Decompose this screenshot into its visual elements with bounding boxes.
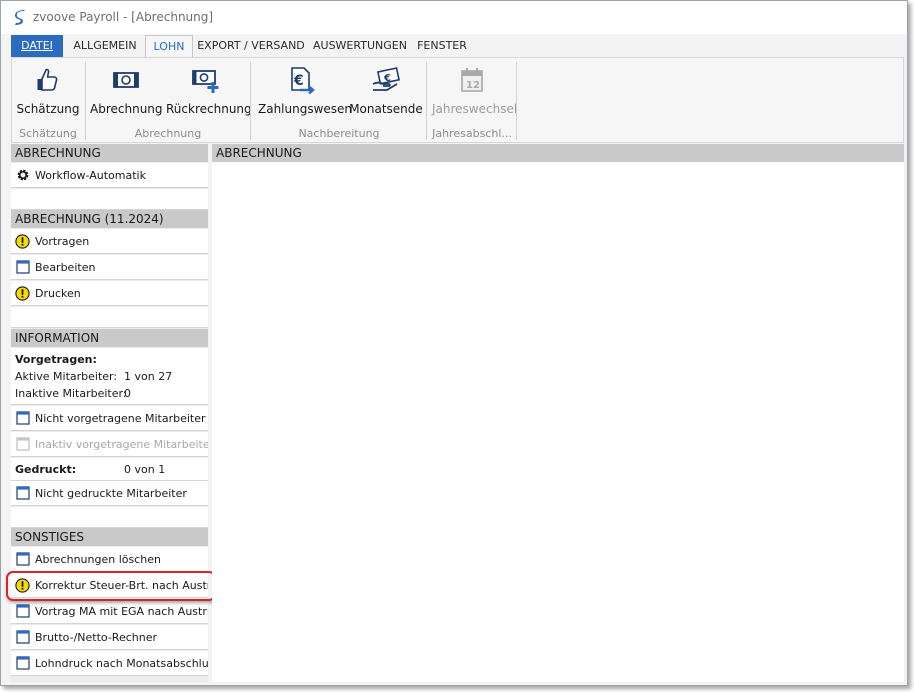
section-header-sonstiges: SONSTIGES bbox=[11, 528, 208, 546]
gedruckt-value: 0 von 1 bbox=[124, 463, 166, 476]
nicht-vorgetragene-label: Nicht vorgetragene Mitarbeiter bbox=[35, 411, 206, 425]
abrechnungen-loeschen-link[interactable]: Abrechnungen löschen bbox=[11, 547, 208, 572]
bearbeiten-link[interactable]: Bearbeiten bbox=[11, 255, 208, 280]
nicht-vorgetragene-mitarbeiter-link[interactable]: Nicht vorgetragene Mitarbeiter bbox=[11, 406, 208, 431]
abrechnung-button[interactable]: Abrechnung bbox=[90, 66, 163, 118]
vorgetragen-label: Vorgetragen: bbox=[15, 353, 97, 366]
section-header-period: ABRECHNUNG (11.2024) bbox=[11, 210, 208, 228]
monatsende-button[interactable]: € Monatsende bbox=[348, 66, 424, 118]
aktive-mitarbeiter-value: 1 von 27 bbox=[124, 370, 173, 383]
svg-text:€: € bbox=[383, 73, 391, 84]
rueckrechnung-label: Rückrechnung bbox=[166, 102, 252, 116]
abrechnungen-loeschen-label: Abrechnungen löschen bbox=[35, 552, 161, 566]
schaetzung-label: Schätzung bbox=[16, 102, 80, 116]
warning-icon bbox=[15, 285, 30, 301]
window-icon bbox=[15, 656, 30, 671]
warning-icon bbox=[15, 233, 30, 249]
window-icon bbox=[15, 260, 30, 275]
window-icon bbox=[15, 552, 30, 567]
svg-text:€: € bbox=[293, 73, 304, 89]
nicht-gedruckte-mitarbeiter-link[interactable]: Nicht gedruckte Mitarbeiter bbox=[11, 481, 208, 506]
vortragen-link[interactable]: Vortragen bbox=[11, 229, 208, 254]
inaktiv-vorgetragene-label: Inaktiv vorgetragene Mitarbeiter bbox=[35, 437, 208, 451]
svg-text:12: 12 bbox=[466, 80, 480, 91]
banknote-plus-icon bbox=[192, 70, 219, 93]
zahlungswesen-label: Zahlungswesen bbox=[258, 102, 353, 116]
tab-fenster[interactable]: FENSTER bbox=[415, 35, 469, 57]
title-bar: zvoove Payroll - [Abrechnung] bbox=[1, 1, 907, 34]
money-hand-icon: € bbox=[372, 67, 400, 91]
section-spacer bbox=[11, 189, 208, 210]
thumbs-up-icon bbox=[37, 68, 58, 91]
schaetzung-button[interactable]: Schätzung bbox=[16, 66, 80, 118]
zvoove-logo-icon bbox=[15, 10, 25, 25]
ribbon-separator bbox=[250, 62, 251, 140]
content-header: ABRECHNUNG bbox=[212, 144, 904, 162]
tab-lohn[interactable]: LOHN bbox=[145, 35, 193, 58]
ribbon-group-abrechnung: Abrechnung bbox=[134, 127, 202, 140]
app-window: zvoove Payroll - [Abrechnung] DATEI ALLG… bbox=[0, 0, 908, 686]
content-area bbox=[212, 162, 904, 682]
section-spacer bbox=[11, 307, 208, 328]
inaktive-mitarbeiter-value: 0 bbox=[124, 387, 131, 400]
zahlungswesen-button[interactable]: € Zahlungswesen bbox=[258, 66, 353, 118]
ribbon-separator bbox=[426, 62, 427, 140]
workflow-automatik-link[interactable]: Workflow-Automatik bbox=[11, 163, 208, 188]
workflow-automatik-label: Workflow-Automatik bbox=[35, 168, 146, 182]
rueckrechnung-button[interactable]: Rückrechnung bbox=[166, 66, 252, 118]
drucken-link[interactable]: Drucken bbox=[11, 281, 208, 306]
lohndruck-monatsabschluss-label: Lohndruck nach Monatsabschluss bbox=[35, 656, 208, 670]
window-icon bbox=[15, 630, 30, 645]
window-icon bbox=[15, 437, 30, 452]
info-gedruckt-box: Gedruckt: 0 von 1 bbox=[11, 458, 208, 481]
tab-allgemein[interactable]: ALLGEMEIN bbox=[67, 35, 143, 57]
left-task-panel: ABRECHNUNG Workflow-Automatik ABRECHNUNG… bbox=[11, 144, 208, 682]
inaktiv-vorgetragene-mitarbeiter-link[interactable]: Inaktiv vorgetragene Mitarbeiter bbox=[11, 432, 208, 457]
window-icon bbox=[15, 411, 30, 426]
inaktive-mitarbeiter-label: Inaktive Mitarbeiter: bbox=[15, 387, 127, 400]
euro-transfer-icon: € bbox=[291, 67, 315, 94]
banknote-icon bbox=[113, 72, 139, 88]
ribbon-group-nachbereitung: Nachbereitung bbox=[298, 127, 380, 140]
lohndruck-monatsabschluss-link[interactable]: Lohndruck nach Monatsabschluss bbox=[11, 651, 208, 676]
abrechnung-label: Abrechnung bbox=[90, 102, 163, 116]
window-icon bbox=[15, 604, 30, 619]
drucken-label: Drucken bbox=[35, 286, 81, 300]
section-spacer bbox=[11, 507, 208, 528]
tab-export-versand[interactable]: EXPORT / VERSAND bbox=[197, 35, 305, 57]
vortragen-label: Vortragen bbox=[35, 234, 90, 248]
info-vorgetragen-box: Vorgetragen: Aktive Mitarbeiter: 1 von 2… bbox=[11, 348, 208, 405]
calendar-icon: 12 bbox=[461, 68, 483, 92]
ribbon-separator bbox=[516, 62, 517, 140]
gear-icon bbox=[15, 168, 30, 183]
brutto-netto-rechner-label: Brutto-/Netto-Rechner bbox=[35, 630, 157, 644]
gedruckt-label: Gedruckt: bbox=[15, 463, 77, 476]
monatsende-label: Monatsende bbox=[349, 102, 423, 116]
section-header-information: INFORMATION bbox=[11, 329, 208, 347]
aktive-mitarbeiter-label: Aktive Mitarbeiter: bbox=[15, 370, 118, 383]
window-title: zvoove Payroll - [Abrechnung] bbox=[33, 10, 214, 24]
vortrag-ma-ega-label: Vortrag MA mit EGA nach Austritt bbox=[35, 604, 208, 618]
window-icon bbox=[15, 486, 30, 501]
ribbon-group-schaetzung: Schätzung bbox=[19, 127, 77, 140]
jahreswechsel-label: Jahreswechsel bbox=[432, 102, 518, 116]
section-header-abrechnung: ABRECHNUNG bbox=[11, 144, 208, 162]
ribbon: Schätzung Abrechnung Rückrechnung € Zahl… bbox=[11, 57, 904, 143]
brutto-netto-rechner-link[interactable]: Brutto-/Netto-Rechner bbox=[11, 625, 208, 650]
ribbon-group-jahresabschluss: Jahresabschl... bbox=[432, 127, 512, 140]
tab-datei[interactable]: DATEI bbox=[11, 35, 63, 57]
highlight-callout bbox=[6, 571, 216, 601]
nicht-gedruckte-label: Nicht gedruckte Mitarbeiter bbox=[35, 486, 187, 500]
bearbeiten-label: Bearbeiten bbox=[35, 260, 96, 274]
tab-auswertungen[interactable]: AUSWERTUNGEN bbox=[313, 35, 407, 57]
jahreswechsel-button[interactable]: 12 Jahreswechsel bbox=[432, 66, 518, 118]
vortrag-ma-ega-link[interactable]: Vortrag MA mit EGA nach Austritt bbox=[11, 599, 208, 624]
